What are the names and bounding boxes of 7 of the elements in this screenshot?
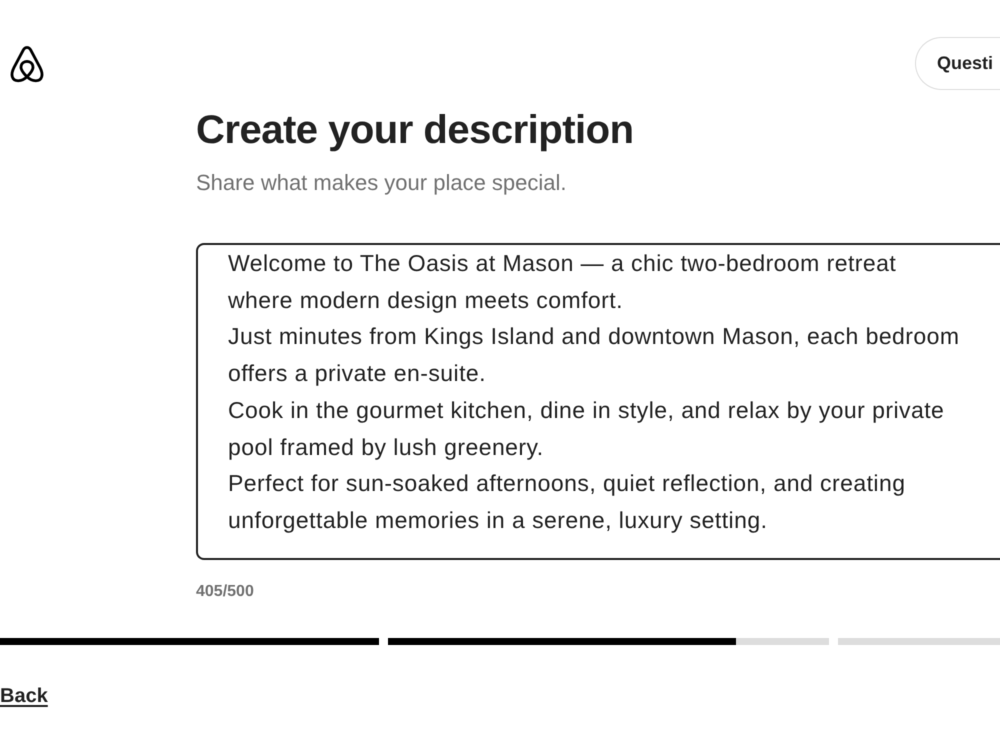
character-counter: 405/500 <box>196 582 255 602</box>
page-title: Create your description <box>196 107 635 154</box>
back-link[interactable]: Back <box>0 684 48 708</box>
questions-button[interactable]: Questi <box>915 37 1000 90</box>
page-subtitle: Share what makes your place special. <box>196 169 568 197</box>
description-field[interactable]: Welcome to The Oasis at Mason — a chic two-bedroom retreat where modern design meets comfort. Just minutes from Kings Island and downtown Mason, each bedroom offers a private en-suite. Cook in the gourmet kitchen, dine in style, and relax by your private pool framed by lush greenery. Perfect for sun-soaked afternoons, quiet reflection, and creating unforgettable memories in a serene, luxury setting. <box>196 243 1000 560</box>
logo-icon[interactable] <box>8 45 46 85</box>
